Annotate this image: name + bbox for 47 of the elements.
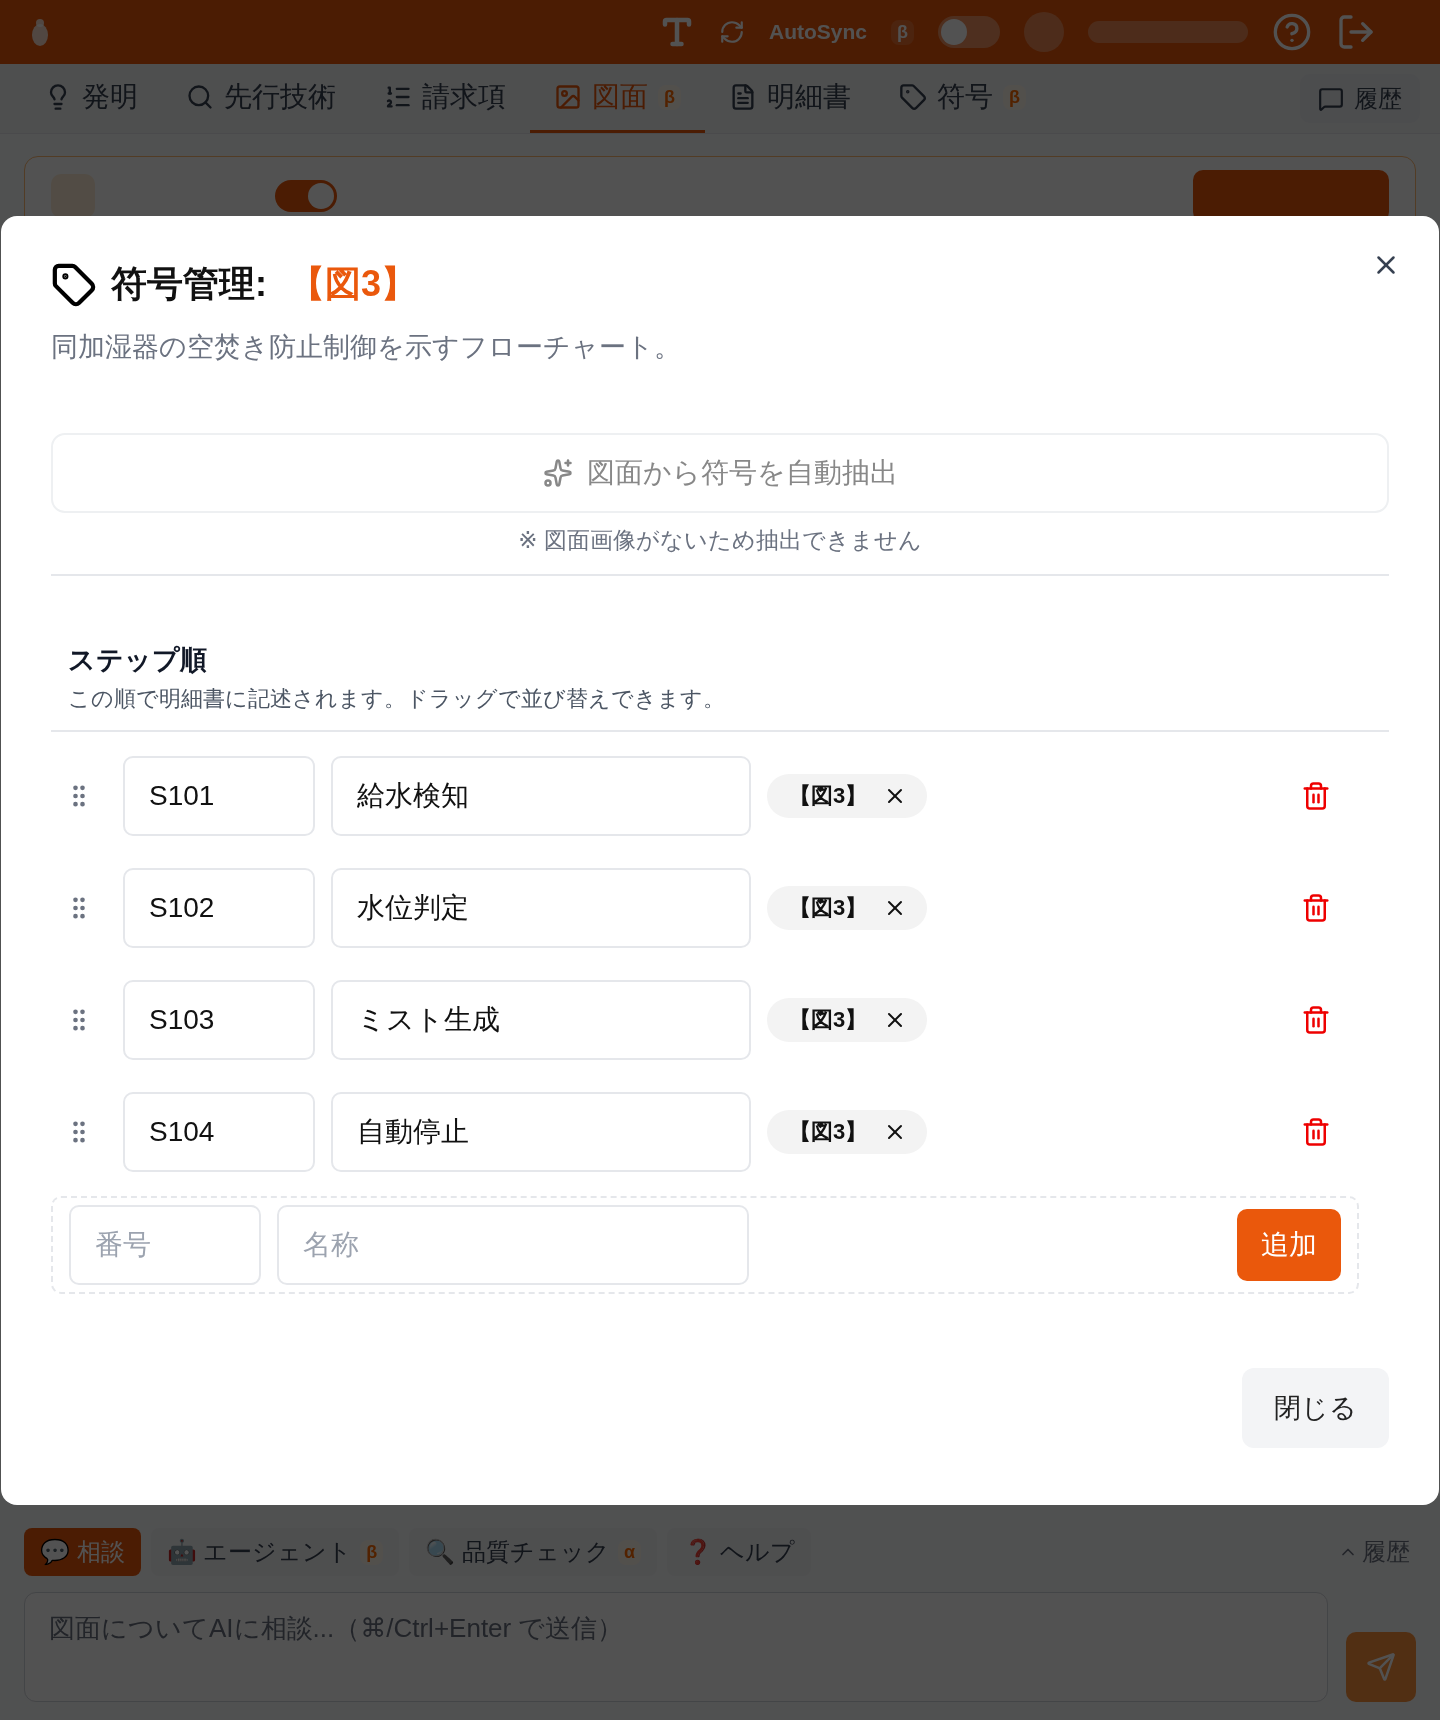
name-field[interactable]: 自動停止 [331,1092,751,1172]
name-field[interactable]: ミスト生成 [331,980,751,1060]
section-title: ステップ順 [68,644,208,677]
nav-tab[interactable]: 請求項 [360,64,530,133]
tag-icon [899,83,927,111]
beta-badge: β [1003,84,1026,110]
nav-tab[interactable]: 先行技術 [162,64,360,133]
tag-label: 【図3】 [789,782,868,810]
beta-badge: β [360,1539,384,1565]
trash-icon [1301,1005,1331,1035]
nav-tab[interactable]: 発明 [20,64,162,133]
trash-icon [1301,1117,1331,1147]
name-field[interactable]: 給水検知 [331,756,751,836]
add-button[interactable]: 追加 [1237,1209,1341,1281]
sync-icon [719,19,745,45]
auto-extract-button[interactable]: 図面から符号を自動抽出 [51,433,1389,513]
beta-badge: β [658,84,681,110]
chat-bubble-icon [1318,85,1344,112]
tag-label: 【図3】 [789,894,868,922]
figure-reference: 【図3】 [289,262,418,306]
name-field[interactable]: 水位判定 [331,868,751,948]
dialog-title: 符号管理: [111,262,267,306]
tag-label: 【図3】 [789,1118,868,1146]
tag-label: 【図3】 [789,1006,868,1034]
search-icon [186,83,214,111]
send-icon [1366,1652,1396,1682]
number-field[interactable]: S101 [123,756,315,836]
nav-tab[interactable]: 明細書 [705,64,875,133]
close-dialog-button[interactable]: 閉じる [1242,1368,1389,1448]
drawing-toggle[interactable] [275,180,337,212]
name-field[interactable]: 名称 [277,1205,749,1285]
dialog-description: 同加湿器の空焚き防止制御を示すフローチャート。 [51,331,682,364]
number-field[interactable]: S102 [123,868,315,948]
trash-icon [1301,893,1331,923]
number-field[interactable]: S104 [123,1092,315,1172]
extract-note: ※ 図面画像がないため抽出できません [517,526,923,555]
beta-badge: α [618,1539,642,1565]
sparkle-icon [542,458,573,488]
number-field[interactable]: 番号 [69,1205,261,1285]
tag-icon [51,261,97,308]
chat-tab[interactable]: 💬 相談 [24,1528,141,1576]
trash-icon [1301,781,1331,811]
nav-tab[interactable]: 符号 β [875,64,1050,133]
autosync-label: AutoSync [769,20,867,44]
nav-tab[interactable]: 図面 β [530,64,705,133]
number-field[interactable]: S103 [123,980,315,1060]
section-note: この順で明細書に記述されます。ドラッグで並び替えできます。 [68,685,726,713]
